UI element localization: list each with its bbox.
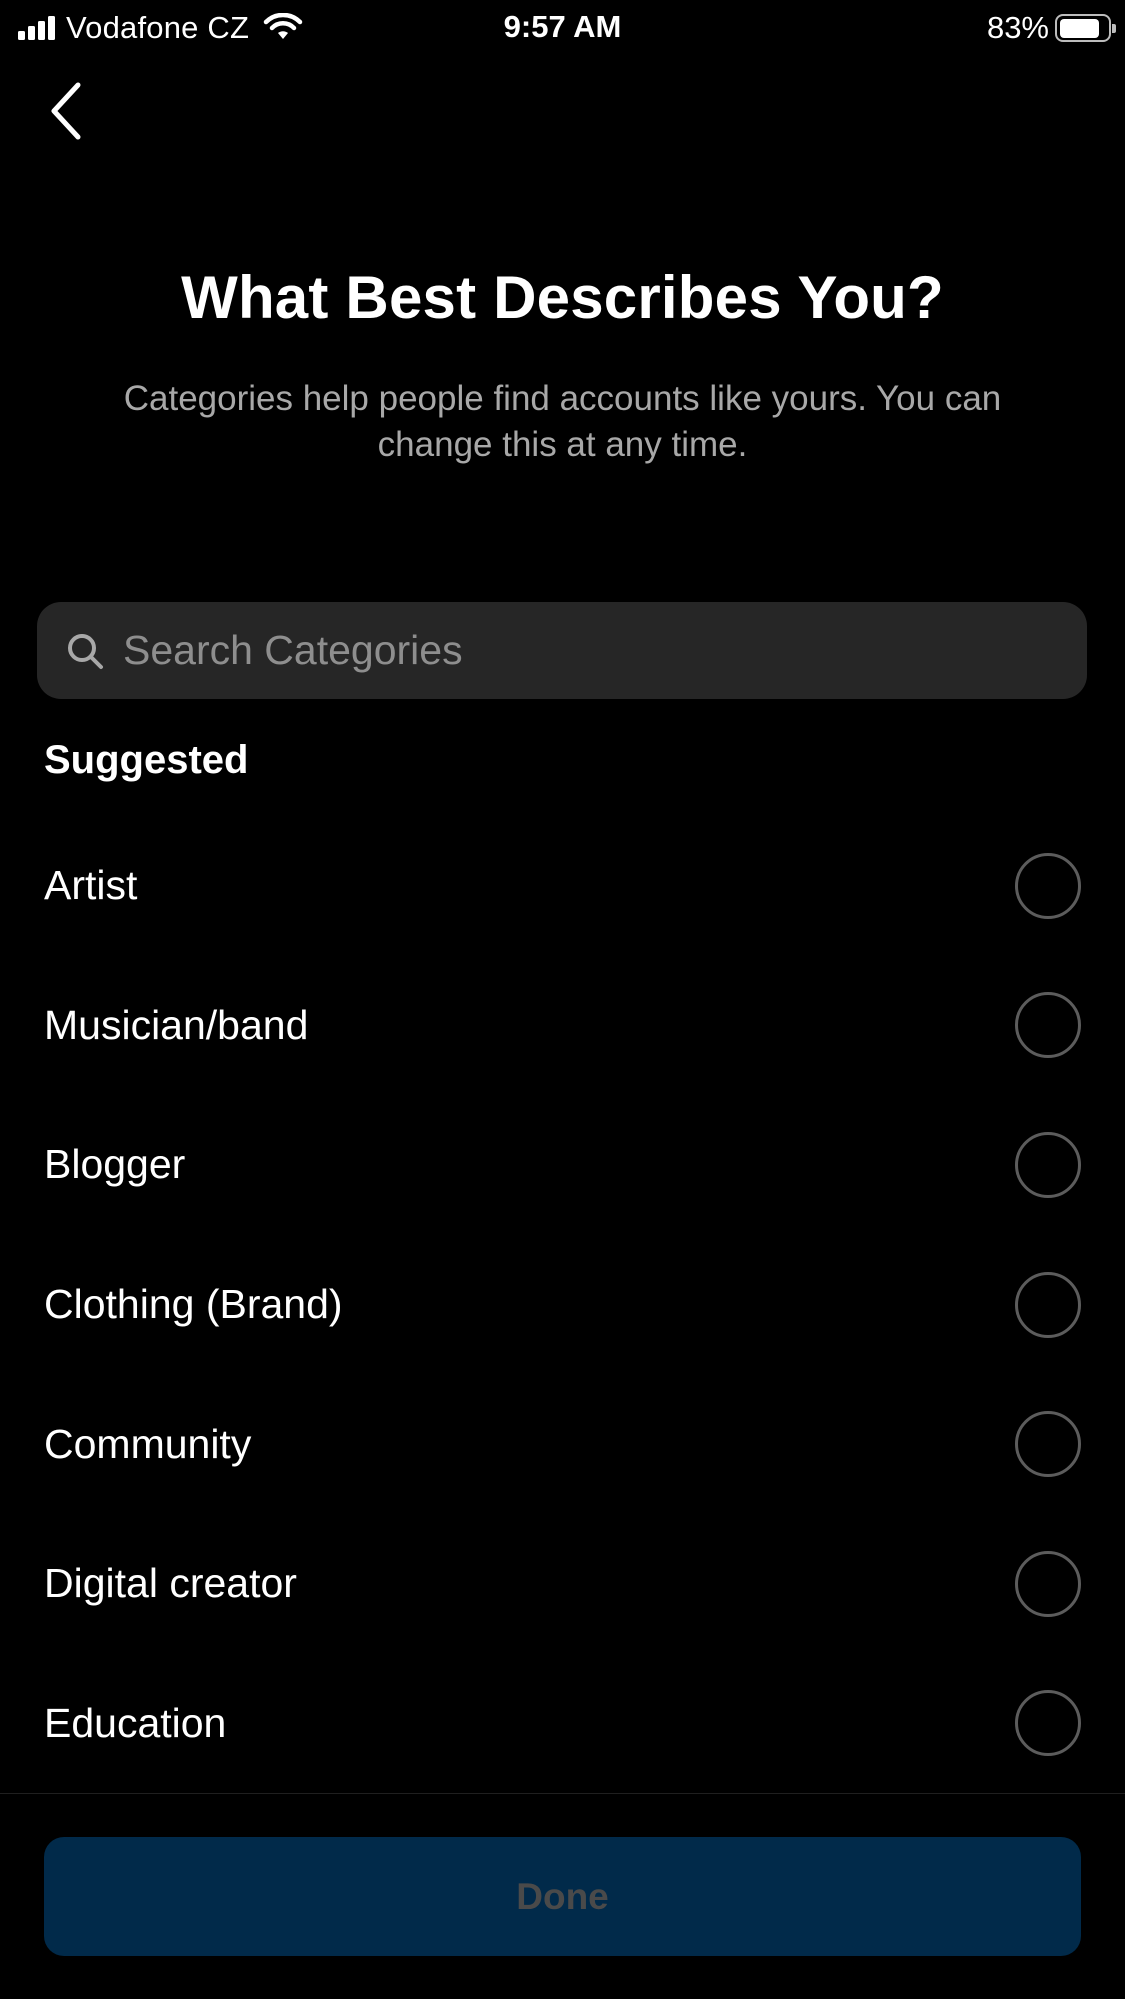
category-item-musician-band[interactable]: Musician/band — [0, 956, 1125, 1096]
status-bar: Vodafone CZ 9:57 AM 83% — [0, 0, 1125, 56]
category-label: Blogger — [44, 1141, 186, 1188]
category-item-artist[interactable]: Artist — [0, 816, 1125, 956]
category-label: Digital creator — [44, 1560, 297, 1607]
page-title: What Best Describes You? — [181, 264, 944, 331]
back-button[interactable] — [36, 76, 96, 146]
category-item-digital-creator[interactable]: Digital creator — [0, 1514, 1125, 1654]
category-selection-screen: Vodafone CZ 9:57 AM 83% What Best Descri… — [0, 0, 1125, 1999]
radio-button[interactable] — [1015, 992, 1081, 1059]
battery-level-fill — [1059, 18, 1099, 38]
category-label: Clothing (Brand) — [44, 1281, 343, 1328]
category-label: Education — [44, 1699, 227, 1746]
radio-button[interactable] — [1015, 1131, 1081, 1198]
battery-percent: 83% — [986, 10, 1049, 45]
radio-button[interactable] — [1015, 852, 1081, 919]
search-input[interactable] — [123, 620, 1087, 681]
category-label: Community — [44, 1420, 252, 1467]
radio-button[interactable] — [1015, 1690, 1081, 1757]
battery-icon — [1055, 14, 1116, 42]
footer-divider — [0, 1793, 1125, 1794]
category-item-community[interactable]: Community — [0, 1374, 1125, 1514]
search-bar[interactable] — [37, 602, 1087, 699]
search-icon — [68, 633, 103, 669]
radio-button[interactable] — [1015, 1550, 1081, 1617]
section-title-suggested: Suggested — [44, 738, 249, 782]
radio-button[interactable] — [1015, 1411, 1081, 1478]
category-label: Artist — [44, 862, 138, 909]
page-subtitle: Categories help people find accounts lik… — [123, 379, 1002, 464]
category-item-education[interactable]: Education — [0, 1654, 1125, 1794]
category-item-clothing-brand[interactable]: Clothing (Brand) — [0, 1235, 1125, 1375]
category-item-blogger[interactable]: Blogger — [0, 1095, 1125, 1235]
category-label: Musician/band — [44, 1001, 309, 1048]
status-right: 83% — [986, 8, 1116, 48]
status-time: 9:57 AM — [503, 9, 622, 44]
radio-button[interactable] — [1015, 1271, 1081, 1338]
done-button[interactable]: Done — [44, 1837, 1081, 1956]
category-list: Artist Musician/band Blogger Clothing (B… — [0, 816, 1125, 1793]
battery-cap — [1112, 24, 1116, 33]
chevron-left-icon — [51, 82, 81, 140]
